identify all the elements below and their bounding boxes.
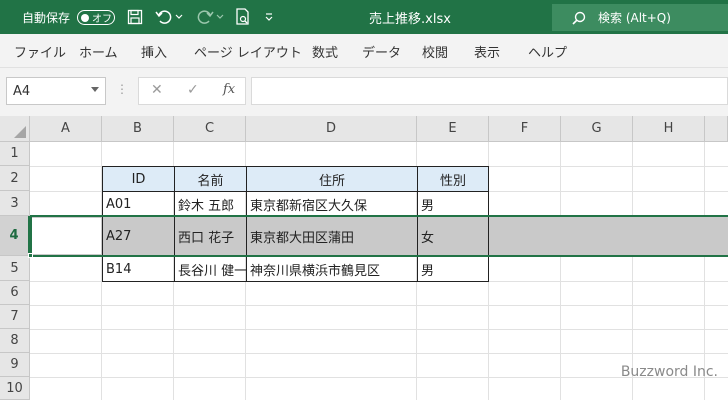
table-cell[interactable]: 神奈川県横浜市鶴見区 xyxy=(246,256,418,282)
tab-file[interactable]: ファイル xyxy=(14,34,66,68)
name-box-value: A4 xyxy=(13,83,31,99)
column-header-h[interactable]: H xyxy=(633,116,705,142)
tab-view[interactable]: 表示 xyxy=(474,34,500,68)
table-cell[interactable]: 男 xyxy=(417,191,489,217)
column-header-d[interactable]: D xyxy=(246,116,417,142)
document-title: 売上推移.xlsx xyxy=(369,11,451,27)
table-cell[interactable]: 男 xyxy=(417,256,489,282)
gridline xyxy=(30,329,728,330)
table-header-gender[interactable]: 性別 xyxy=(417,166,489,192)
tab-home[interactable]: ホーム xyxy=(79,34,118,68)
table-header-address[interactable]: 住所 xyxy=(246,166,418,192)
column-header-b[interactable]: B xyxy=(102,116,174,142)
table-cell[interactable]: 長谷川 健一 xyxy=(174,256,247,282)
row-header-9[interactable]: 9 xyxy=(0,353,30,377)
name-box-dropdown-icon[interactable] xyxy=(91,87,99,92)
search-icon xyxy=(572,11,586,25)
formula-input[interactable] xyxy=(251,77,728,105)
spreadsheet-grid: A B C D E F G H 1 2 3 4 5 6 7 8 9 10 ID … xyxy=(0,116,728,400)
name-box[interactable]: A4 xyxy=(6,77,106,105)
row-header-4[interactable]: 4 xyxy=(0,216,30,256)
fill-handle[interactable] xyxy=(28,253,33,258)
column-header-a[interactable]: A xyxy=(30,116,102,142)
table-cell[interactable]: B14 xyxy=(102,256,175,282)
tab-insert[interactable]: 挿入 xyxy=(141,34,167,68)
gridline xyxy=(560,142,561,400)
tab-data[interactable]: データ xyxy=(362,34,401,68)
gridline xyxy=(704,142,705,400)
gridline xyxy=(30,353,728,354)
tab-help[interactable]: ヘルプ xyxy=(528,34,567,68)
cancel-icon[interactable]: ✕ xyxy=(151,82,163,98)
column-header-i[interactable] xyxy=(705,116,728,142)
undo-dropdown-icon[interactable] xyxy=(174,8,184,26)
gridline xyxy=(632,142,633,400)
tab-review[interactable]: 校閲 xyxy=(422,34,448,68)
search-placeholder: 検索 (Alt+Q) xyxy=(598,11,671,25)
select-all-button[interactable] xyxy=(0,116,30,142)
search-box[interactable]: 検索 (Alt+Q) xyxy=(552,4,728,31)
title-bar: 自動保存 オフ 売上推移.xlsx 検索 (Alt+Q) xyxy=(0,0,728,34)
row-header-1[interactable]: 1 xyxy=(0,142,30,166)
table-cell[interactable]: A01 xyxy=(102,191,175,217)
autosave-toggle[interactable]: オフ xyxy=(77,10,115,25)
table-cell[interactable]: 鈴木 五郎 xyxy=(174,191,247,217)
row-header-8[interactable]: 8 xyxy=(0,329,30,353)
table-header-id[interactable]: ID xyxy=(102,166,175,192)
gridline xyxy=(30,305,728,306)
undo-icon[interactable] xyxy=(155,8,173,26)
autosave-state: オフ xyxy=(92,14,112,25)
tab-page-layout[interactable]: ページ レイアウト xyxy=(194,34,302,68)
formula-buttons: ✕ ✓ fx xyxy=(138,77,246,105)
table-header-name[interactable]: 名前 xyxy=(174,166,247,192)
formula-bar: A4 ⋮ ✕ ✓ fx xyxy=(0,68,728,116)
customize-toolbar-icon[interactable] xyxy=(262,8,276,26)
row-header-7[interactable]: 7 xyxy=(0,305,30,329)
save-icon[interactable] xyxy=(126,8,144,26)
column-header-g[interactable]: G xyxy=(561,116,633,142)
insert-function-icon[interactable]: fx xyxy=(223,82,235,97)
row-header-3[interactable]: 3 xyxy=(0,191,30,216)
enter-icon[interactable]: ✓ xyxy=(187,82,199,98)
column-header-f[interactable]: F xyxy=(489,116,561,142)
watermark: Buzzword Inc. xyxy=(620,364,718,380)
redo-icon[interactable] xyxy=(196,8,214,26)
autosave-label: 自動保存 xyxy=(22,10,71,25)
column-header-c[interactable]: C xyxy=(174,116,246,142)
row-header-10[interactable]: 10 xyxy=(0,377,30,400)
table-cell[interactable]: 東京都新宿区大久保 xyxy=(246,191,418,217)
redo-dropdown-icon[interactable] xyxy=(215,8,225,26)
row-header-6[interactable]: 6 xyxy=(0,281,30,305)
row-header-2[interactable]: 2 xyxy=(0,166,30,191)
ribbon-tabs: ファイル ホーム 挿入 ページ レイアウト 数式 データ 校閲 表示 ヘルプ xyxy=(0,34,728,68)
print-preview-icon[interactable] xyxy=(234,8,252,26)
formula-bar-grip-icon: ⋮ xyxy=(116,82,128,96)
toggle-knob xyxy=(81,13,89,22)
row-selection-border xyxy=(30,215,728,257)
select-all-icon xyxy=(14,126,26,138)
tab-formulas[interactable]: 数式 xyxy=(312,34,338,68)
column-header-e[interactable]: E xyxy=(417,116,489,142)
row-header-5[interactable]: 5 xyxy=(0,256,30,281)
